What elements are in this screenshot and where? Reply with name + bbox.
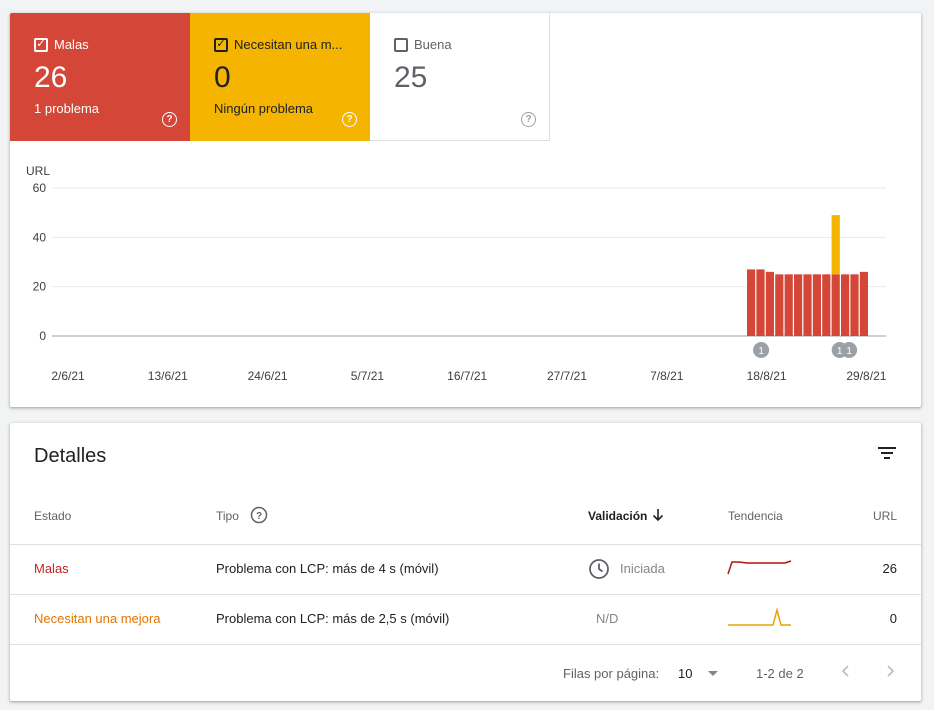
x-tick-label: 29/8/21	[846, 369, 886, 383]
annotation-label: 1	[846, 346, 852, 357]
chevron-left-icon[interactable]	[838, 663, 854, 679]
help-icon[interactable]: ?	[342, 112, 357, 127]
row-tipo[interactable]: Problema con LCP: más de 2,5 s (móvil)	[216, 611, 449, 626]
bar	[803, 274, 812, 336]
tile-needs-subtitle: Ningún problema	[214, 101, 314, 116]
trend-sparkline	[727, 560, 792, 575]
help-icon[interactable]: ?	[162, 112, 177, 127]
filter-icon[interactable]	[877, 445, 897, 461]
details-card: Detalles Estado Tipo ? Validación Tenden…	[10, 423, 921, 701]
issues-chart: URL 60 40 20 0 2/6/21 13/6/21 24/6/21 5/7/21 16/7…	[26, 164, 887, 383]
chevron-right-icon[interactable]	[882, 663, 898, 679]
x-tick-label: 18/8/21	[747, 369, 787, 383]
bar	[765, 271, 774, 336]
y-axis-label: URL	[26, 164, 50, 178]
checkbox-unchecked-icon[interactable]	[394, 37, 408, 52]
tile-good[interactable]: Buena 25 ?	[370, 13, 550, 141]
details-title: Detalles	[34, 445, 107, 467]
tile-needs-count: 0	[214, 61, 231, 94]
svg-text:?: ?	[256, 511, 262, 522]
clock-icon	[589, 559, 609, 579]
annotation-label: 1	[758, 346, 764, 357]
arrow-down-icon[interactable]	[651, 508, 665, 522]
column-header-validacion[interactable]: Validación	[588, 509, 647, 523]
y-tick-label: 60	[33, 181, 47, 195]
dropdown-arrow-icon[interactable]	[707, 670, 719, 678]
row-validacion: Iniciada	[620, 561, 665, 576]
bar	[822, 274, 831, 336]
column-header-url[interactable]: URL	[873, 509, 897, 523]
column-header-estado[interactable]: Estado	[34, 509, 71, 523]
bar	[859, 271, 868, 336]
row-url-count: 0	[889, 611, 897, 626]
bar	[831, 274, 840, 336]
bar	[756, 269, 765, 336]
tile-needs-improvement[interactable]: ✓ Necesitan una m... 0 Ningún problema ?	[190, 13, 370, 141]
table-footer-divider	[10, 644, 921, 645]
row-tipo[interactable]: Problema con LCP: más de 4 s (móvil)	[216, 561, 439, 576]
row-estado[interactable]: Necesitan una mejora	[34, 611, 160, 626]
bar	[850, 274, 859, 336]
help-icon[interactable]: ?	[521, 112, 536, 127]
x-tick-label: 24/6/21	[248, 369, 288, 383]
tile-bad[interactable]: ✓ Malas 26 1 problema ?	[10, 13, 190, 141]
bar	[747, 269, 756, 336]
x-tick-label: 27/7/21	[547, 369, 587, 383]
chart-card: ✓ Malas 26 1 problema ? ✓ Necesitan una …	[10, 13, 921, 407]
tile-needs-label: Necesitan una m...	[234, 37, 343, 52]
tile-bad-toggle[interactable]: ✓ Malas	[34, 37, 89, 52]
bar	[775, 274, 784, 336]
y-tick-label: 20	[33, 280, 47, 294]
bar	[794, 274, 803, 336]
y-tick-label: 40	[33, 230, 47, 244]
column-header-tipo[interactable]: Tipo	[216, 509, 239, 523]
trend-sparkline	[728, 607, 791, 626]
table-row[interactable]: Necesitan una mejora Problema con LCP: m…	[10, 594, 921, 644]
page-range: 1-2 de 2	[756, 666, 804, 681]
x-tick-label: 13/6/21	[148, 369, 188, 383]
tile-good-count: 25	[394, 61, 428, 94]
tile-bad-count: 26	[34, 61, 68, 94]
row-url-count: 26	[882, 561, 897, 576]
row-validacion: N/D	[596, 611, 619, 626]
tile-good-label: Buena	[414, 37, 452, 52]
tile-bad-label: Malas	[54, 37, 89, 52]
table-row[interactable]: Malas Problema con LCP: más de 4 s (móvi…	[10, 544, 921, 594]
bar	[831, 215, 840, 275]
rows-per-page-label: Filas por página:	[563, 666, 660, 681]
tile-needs-toggle[interactable]: ✓ Necesitan una m...	[214, 37, 342, 52]
checkbox-checked-icon[interactable]: ✓	[214, 37, 228, 52]
checkbox-checked-icon[interactable]: ✓	[34, 37, 48, 52]
x-tick-label: 2/6/21	[51, 369, 85, 383]
x-tick-label: 5/7/21	[351, 369, 385, 383]
bar	[841, 274, 850, 336]
tile-good-toggle[interactable]: Buena	[394, 37, 452, 52]
x-tick-label: 16/7/21	[447, 369, 487, 383]
help-icon[interactable]: ?	[250, 506, 268, 524]
row-estado[interactable]: Malas	[34, 561, 69, 576]
rows-per-page-select[interactable]: 10	[678, 666, 692, 681]
tile-bad-subtitle: 1 problema	[34, 101, 100, 116]
y-tick-label: 0	[39, 329, 46, 343]
x-tick-label: 7/8/21	[650, 369, 684, 383]
bar	[812, 274, 821, 336]
column-header-tendencia: Tendencia	[728, 509, 783, 523]
bar	[784, 274, 793, 336]
